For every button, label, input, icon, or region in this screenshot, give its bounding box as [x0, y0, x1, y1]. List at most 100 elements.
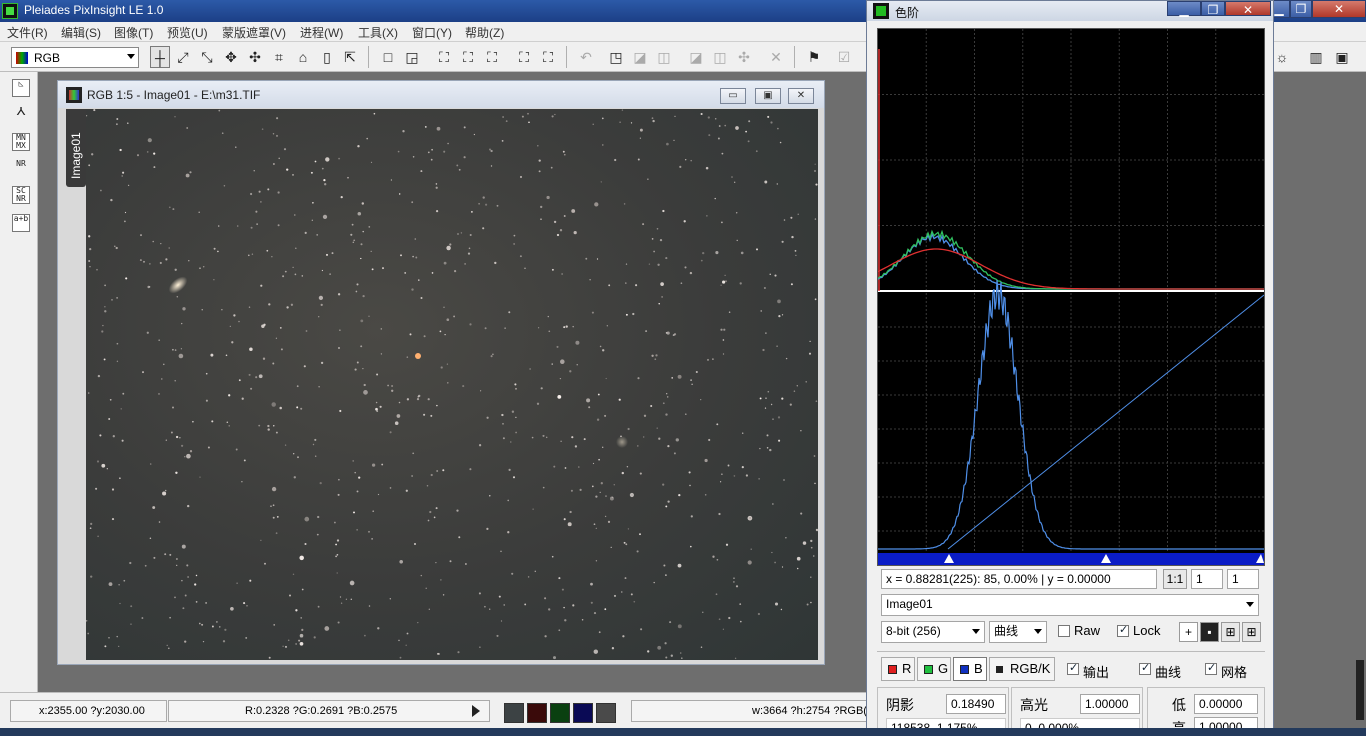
preview-icon[interactable]: ⌂ [293, 46, 313, 68]
snr-icon[interactable]: SC NR [12, 186, 30, 204]
zoom-in-icon[interactable]: ⤢ [173, 46, 193, 68]
restore-button[interactable]: ❐ [1290, 0, 1312, 18]
image-side-tab[interactable]: Image01 [66, 109, 86, 187]
grid-dark-icon[interactable]: ▪ [1200, 622, 1219, 642]
star [361, 202, 365, 205]
select-icon[interactable]: ⇱ [340, 46, 360, 68]
star [362, 367, 364, 370]
crop-icon[interactable]: ⌗ [269, 46, 289, 68]
low-field[interactable]: 0.00000 [1194, 694, 1258, 714]
nr-icon[interactable]: NR [12, 160, 30, 178]
menu-image[interactable]: 图像(T) [114, 24, 153, 41]
curve-checkbox[interactable] [1139, 661, 1151, 675]
close-icon[interactable]: ✕ [788, 88, 814, 104]
star [260, 201, 262, 203]
colorspace-select[interactable]: RGB [11, 47, 139, 68]
scrollbar-thumb[interactable] [1356, 660, 1364, 720]
menu-help[interactable]: 帮助(Z) [465, 24, 504, 41]
histogram-view[interactable] [877, 28, 1265, 566]
grid-4-icon[interactable]: ⊞ [1221, 622, 1240, 642]
ab-icon[interactable]: a+b [12, 214, 30, 232]
panel-minimize-button[interactable]: ▁ [1167, 1, 1201, 17]
lock-checkbox[interactable] [1117, 623, 1129, 637]
shadows-field[interactable]: 0.18490 [946, 694, 1006, 714]
screen-icon[interactable]: ▣ [1332, 46, 1352, 68]
zoom-2-1-icon[interactable]: ⛶ [482, 46, 502, 68]
channel-icon[interactable]: ▥ [1306, 46, 1326, 68]
view-select[interactable]: Image01 [881, 594, 1259, 616]
zoom-ratio-button[interactable]: 1:1 [1163, 569, 1187, 589]
readout-mode-icon[interactable]: ┼ [150, 46, 170, 68]
new-document-icon[interactable]: ▯ [317, 46, 337, 68]
mask-show-icon[interactable]: ◪ [630, 46, 650, 68]
menu-tools[interactable]: 工具(X) [358, 24, 398, 41]
star [364, 634, 366, 637]
maximize-icon[interactable]: ▣ [755, 88, 781, 104]
panel-restore-button[interactable]: ❐ [1201, 1, 1225, 17]
star [323, 178, 326, 182]
mask-enable-icon[interactable]: ◪ [686, 46, 706, 68]
star [700, 399, 702, 401]
channel-g-button[interactable]: G [917, 657, 951, 681]
pan-icon[interactable]: ✥ [221, 46, 241, 68]
stf-icon[interactable]: ☼ [1272, 46, 1292, 68]
star [785, 357, 788, 360]
collapse-icon[interactable]: ⛶ [538, 46, 558, 68]
star [650, 404, 653, 408]
mode-select[interactable]: 曲线 [989, 621, 1047, 643]
raw-checkbox[interactable] [1058, 625, 1070, 637]
star [691, 383, 693, 385]
fit-image-icon[interactable]: ◲ [402, 46, 422, 68]
expand-icon[interactable]: ⛶ [514, 46, 534, 68]
star [496, 204, 499, 207]
close-button[interactable]: ✕ [1312, 0, 1366, 18]
mask-icon[interactable]: ◳ [606, 46, 626, 68]
zoom-x-field[interactable]: 1 [1191, 569, 1223, 589]
star [397, 150, 400, 153]
undo-icon[interactable]: ↶ [576, 46, 596, 68]
minmax-icon[interactable]: MN MX [12, 133, 30, 151]
star [442, 594, 445, 596]
crosshair-button[interactable]: + [1179, 622, 1198, 642]
explorer-icon[interactable]: ◺ [12, 79, 30, 97]
zoom-fit-icon[interactable]: ⛶ [434, 46, 454, 68]
play-icon[interactable] [472, 705, 480, 717]
fit-window-icon[interactable]: □ [378, 46, 398, 68]
menu-mask[interactable]: 蒙版遮罩(V) [222, 24, 286, 41]
mask-link-icon[interactable]: ✣ [734, 46, 754, 68]
mask-invert-icon[interactable]: ◫ [654, 46, 674, 68]
output-checkbox[interactable] [1067, 661, 1079, 675]
panel-close-button[interactable]: ✕ [1225, 1, 1271, 17]
channel-b-button[interactable]: B [953, 657, 987, 681]
bit-depth-select[interactable]: 8-bit (256) [881, 621, 985, 643]
image-window-titlebar[interactable]: RGB 1:5 - Image01 - E:\m31.TIF ▭ ▣ ✕ [58, 81, 824, 108]
menu-edit[interactable]: 编辑(S) [61, 24, 101, 41]
process-icon[interactable]: ⚑ [804, 46, 824, 68]
zoom-out-icon[interactable]: ⤡ [197, 46, 217, 68]
menu-window[interactable]: 窗口(Y) [412, 24, 452, 41]
zoom-1-1-icon[interactable]: ⛶ [458, 46, 478, 68]
menu-process[interactable]: 进程(W) [300, 24, 343, 41]
mask-remove-icon[interactable]: ◫ [710, 46, 730, 68]
psf-icon[interactable]: ⅄ [12, 107, 30, 125]
menu-preview[interactable]: 预览(U) [167, 24, 208, 41]
enable-checkbox-icon[interactable]: ☑ [834, 46, 854, 68]
highlights-field[interactable]: 1.00000 [1080, 694, 1140, 714]
star [420, 574, 423, 577]
zoom-y-field[interactable]: 1 [1227, 569, 1259, 589]
channel-r-button[interactable]: R [881, 657, 915, 681]
star [415, 256, 418, 259]
star [282, 275, 285, 278]
channel-rgbk-button[interactable]: RGB/K [989, 657, 1055, 681]
star [430, 414, 433, 417]
image-canvas[interactable] [86, 109, 818, 660]
menu-file[interactable]: 文件(R) [7, 24, 48, 41]
grid-2-icon[interactable]: ⊞ [1242, 622, 1261, 642]
mask-clear-icon[interactable]: ✕ [766, 46, 786, 68]
star [791, 235, 794, 239]
star [739, 282, 742, 285]
star [426, 484, 429, 487]
grid-checkbox[interactable] [1205, 661, 1217, 675]
center-icon[interactable]: ✣ [245, 46, 265, 68]
minimize-icon[interactable]: ▭ [720, 88, 746, 104]
